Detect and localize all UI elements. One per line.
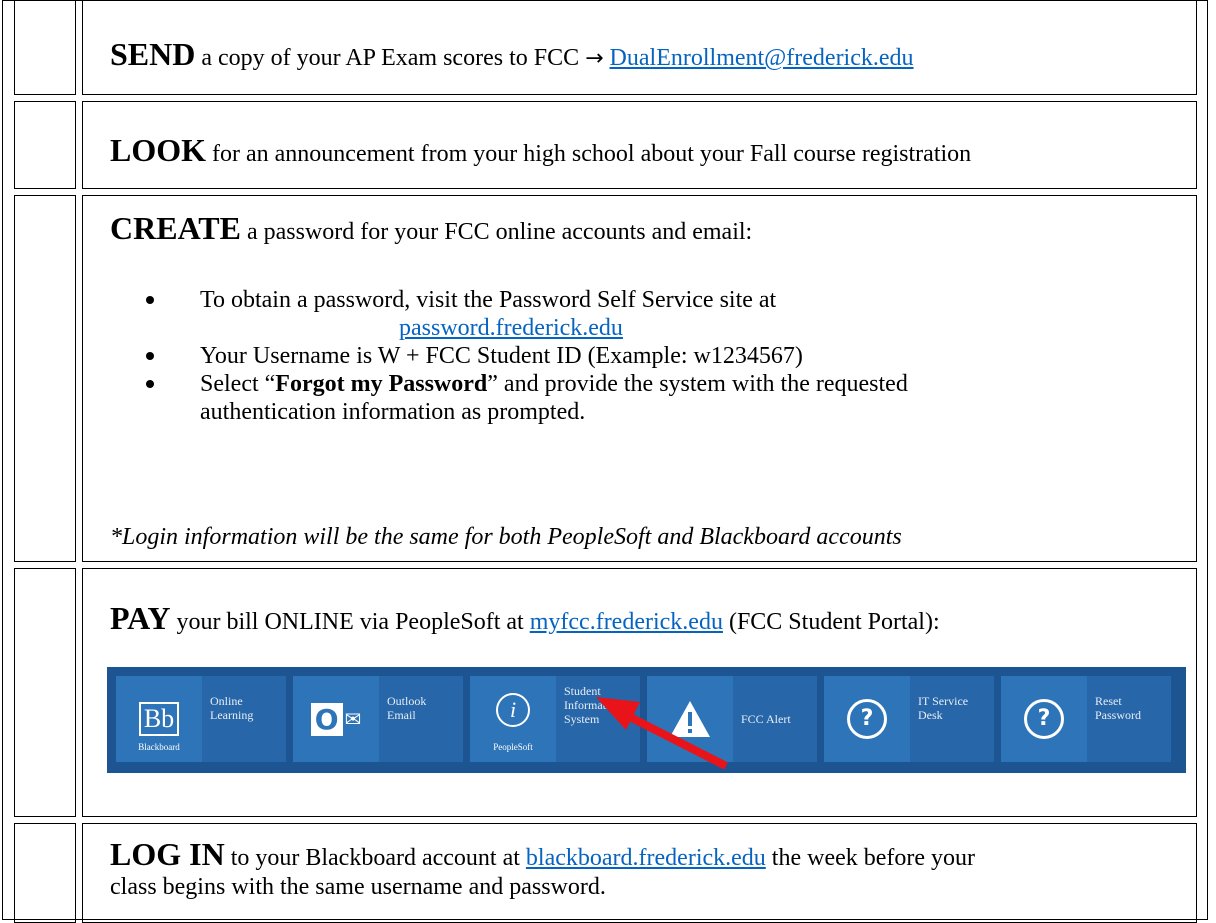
step-login-line2: class begins with the same username and … <box>110 874 606 900</box>
blackboard-link[interactable]: blackboard.frederick.edu <box>526 845 766 871</box>
red-arrow-icon <box>596 697 728 770</box>
step-keyword: LOG IN <box>110 836 225 872</box>
step-login: LOG IN to your Blackboard account at bla… <box>110 836 976 872</box>
